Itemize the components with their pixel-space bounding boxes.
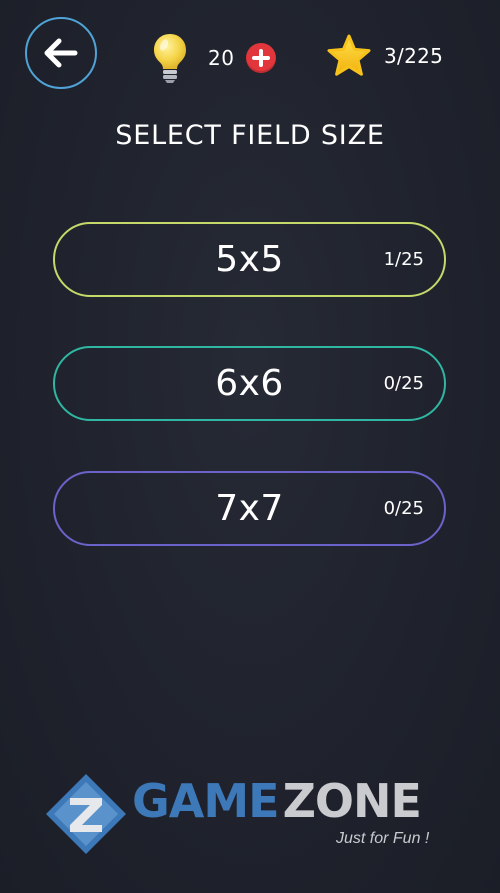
field-size-6x6-button[interactable]: 6x6 0/25	[53, 346, 446, 421]
hints-count: 20	[208, 46, 235, 70]
stars-progress: 3/225	[384, 44, 444, 68]
game-zone-watermark: GAMEZONE Just for Fun !	[44, 770, 454, 860]
watermark-tagline: Just for Fun !	[336, 830, 430, 847]
game-zone-logo-icon	[46, 774, 126, 854]
add-hints-button[interactable]	[246, 43, 277, 73]
arrow-left-icon	[44, 38, 78, 68]
field-size-progress: 0/25	[383, 373, 424, 394]
watermark-brand-game: GAME	[132, 774, 280, 828]
stars-counter: 3/225	[326, 32, 443, 80]
hints-counter: 20	[152, 32, 277, 84]
watermark-brand: GAMEZONE	[132, 778, 422, 824]
back-button[interactable]	[25, 17, 97, 89]
game-screen: 20 3/225 SELECT FIELD SIZE 5x5 1/25 6x6 …	[0, 0, 500, 893]
field-size-progress: 0/25	[383, 498, 424, 519]
plus-icon	[252, 49, 271, 67]
lightbulb-icon	[154, 34, 186, 83]
field-size-5x5-button[interactable]: 5x5 1/25	[53, 222, 446, 297]
star-icon	[327, 34, 371, 76]
field-size-progress: 1/25	[383, 249, 424, 270]
watermark-brand-zone: ZONE	[282, 774, 422, 828]
field-size-7x7-button[interactable]: 7x7 0/25	[53, 471, 446, 546]
page-title: SELECT FIELD SIZE	[115, 120, 385, 151]
